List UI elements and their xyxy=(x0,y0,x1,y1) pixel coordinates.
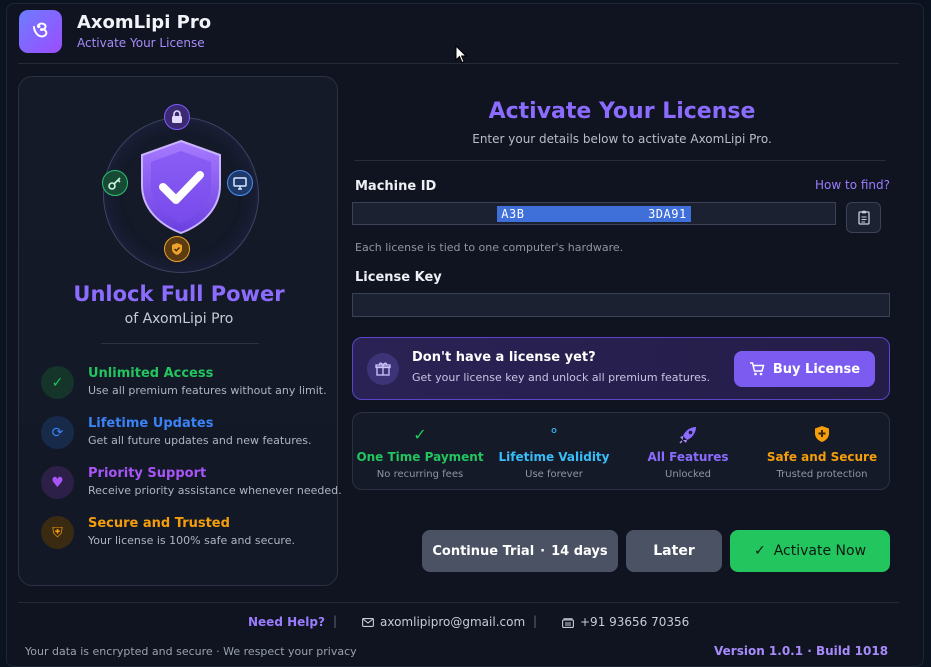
activate-now-label: Activate Now xyxy=(773,543,867,559)
shield-icon xyxy=(755,425,889,447)
heart-icon: ♥ xyxy=(41,466,74,499)
copy-button[interactable] xyxy=(846,202,881,233)
activate-now-button[interactable]: ✓ Activate Now xyxy=(730,530,890,572)
page-title: Activate Your License xyxy=(488,99,756,124)
feature-title: Secure and Trusted xyxy=(88,516,230,531)
machine-id-field[interactable]: A3B 3DA91 xyxy=(352,202,836,225)
promo-title: Don't have a license yet? xyxy=(412,350,596,365)
machine-id-value: A3B 3DA91 xyxy=(497,205,691,222)
badge-shield-icon xyxy=(164,236,190,262)
page-subtitle: Enter your details below to activate Axo… xyxy=(472,132,772,146)
benefit-one-time-payment: ✓ One Time Payment No recurring fees xyxy=(353,413,487,491)
trial-separator: · xyxy=(540,543,546,559)
feature-lifetime-updates: ⟳ Lifetime Updates Get all future update… xyxy=(41,416,331,456)
key-icon xyxy=(102,170,128,196)
mouse-cursor-icon xyxy=(455,45,467,64)
app-logo-glyph: ও xyxy=(32,17,49,43)
feature-unlimited-access: ✓ Unlimited Access Use all premium featu… xyxy=(41,366,331,406)
benefit-all-features: All Features Unlocked xyxy=(621,413,755,491)
support-email[interactable]: axomlipipro@gmail.com xyxy=(380,615,525,629)
lock-icon xyxy=(164,104,190,130)
benefit-sub: Trusted protection xyxy=(776,469,868,480)
gift-icon xyxy=(367,353,399,385)
benefit-sub: Unlocked xyxy=(665,469,711,480)
check-icon: ✓ xyxy=(413,425,427,444)
later-button[interactable]: Later xyxy=(626,530,722,572)
trial-days: 14 days xyxy=(551,543,608,559)
feature-desc: Your license is 100% safe and secure. xyxy=(88,534,295,547)
benefits-panel: Unlock Full Power of AxomLipi Pro ✓ Unli… xyxy=(18,76,342,586)
main-divider xyxy=(354,160,886,161)
rocket-icon xyxy=(621,425,755,449)
app-title: AxomLipi Pro xyxy=(77,12,212,33)
promo-desc: Get your license key and unlock all prem… xyxy=(412,371,711,384)
buy-license-button[interactable]: Buy License xyxy=(734,351,875,387)
benefit-sub: Use forever xyxy=(525,469,583,480)
benefit-title: Lifetime Validity xyxy=(498,450,610,464)
shield-icon: ⛨ xyxy=(41,516,74,549)
continue-trial-button[interactable]: Continue Trial · 14 days xyxy=(422,530,618,572)
shield-check-icon xyxy=(141,139,221,235)
need-help-link[interactable]: Need Help? xyxy=(248,615,325,629)
benefits-strip: ✓ One Time Payment No recurring fees ° L… xyxy=(352,412,890,490)
footer-separator: | xyxy=(533,614,538,628)
footer-divider xyxy=(18,602,899,603)
check-icon: ✓ xyxy=(41,366,74,399)
benefit-title: Safe and Secure xyxy=(766,450,878,464)
machine-id-hint: Each license is tied to one computer's h… xyxy=(355,241,624,254)
version-info: Version 1.0.1 · Build 1018 xyxy=(714,644,889,658)
feature-desc: Get all future updates and new features. xyxy=(88,434,312,447)
feature-desc: Use all premium features without any lim… xyxy=(88,384,327,397)
footer-separator: | xyxy=(333,614,338,628)
feature-title: Lifetime Updates xyxy=(88,416,214,431)
check-icon: ✓ xyxy=(753,543,766,559)
monitor-icon xyxy=(227,170,253,196)
left-divider xyxy=(101,343,259,344)
feature-title: Unlimited Access xyxy=(88,366,214,381)
privacy-note: Your data is encrypted and secure · We r… xyxy=(25,645,357,658)
phone-icon xyxy=(562,618,574,628)
app-logo: ও xyxy=(19,10,62,53)
unlock-heading: Unlock Full Power xyxy=(73,282,285,306)
refresh-icon: ⟳ xyxy=(41,416,74,449)
app-subtitle: Activate Your License xyxy=(77,36,205,50)
benefit-title: All Features xyxy=(647,450,729,464)
license-key-input[interactable] xyxy=(352,293,890,317)
feature-secure-trusted: ⛨ Secure and Trusted Your license is 100… xyxy=(41,516,331,556)
feature-priority-support: ♥ Priority Support Receive priority assi… xyxy=(41,466,342,506)
license-key-label: License Key xyxy=(355,270,442,285)
support-phone[interactable]: +91 93656 70356 xyxy=(580,615,689,629)
continue-trial-label: Continue Trial xyxy=(432,543,535,559)
how-to-find-link[interactable]: How to find? xyxy=(815,178,890,192)
buy-license-label: Buy License xyxy=(772,361,861,377)
clipboard-icon xyxy=(857,210,870,225)
benefit-lifetime-validity: ° Lifetime Validity Use forever xyxy=(487,413,621,491)
infinity-icon: ° xyxy=(550,425,558,444)
feature-title: Priority Support xyxy=(88,466,207,481)
unlock-subheading: of AxomLipi Pro xyxy=(124,311,234,327)
cart-icon xyxy=(749,362,765,376)
mail-icon xyxy=(362,618,374,627)
benefit-safe-secure: Safe and Secure Trusted protection xyxy=(755,413,889,491)
buy-license-banner: Don't have a license yet? Get your licen… xyxy=(352,337,890,400)
benefit-title: One Time Payment xyxy=(356,450,484,464)
feature-desc: Receive priority assistance whenever nee… xyxy=(88,484,342,497)
machine-id-label: Machine ID xyxy=(355,179,437,194)
benefit-sub: No recurring fees xyxy=(376,469,464,480)
